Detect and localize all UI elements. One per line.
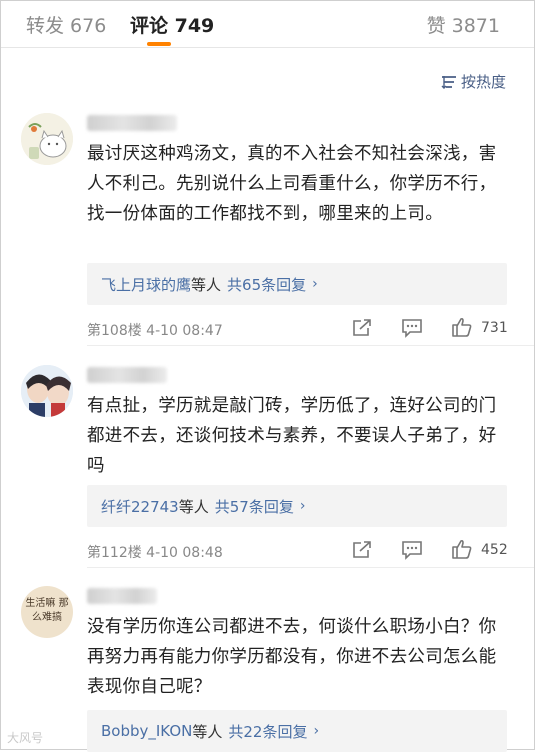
username-blurred[interactable] xyxy=(87,588,157,604)
reply-count[interactable]: 共57条回复 xyxy=(215,496,294,517)
reply-user-suffix: 等人 xyxy=(192,722,223,741)
comment-text: 最讨厌这种鸡汤文，真的不入社会不知社会深浅，害人不利己。先别说什么上司看重什么，… xyxy=(87,144,497,224)
portrait-avatar-icon xyxy=(21,365,73,417)
share-icon[interactable] xyxy=(351,318,373,338)
reply-count[interactable]: 共65条回复 xyxy=(227,274,306,295)
floor-and-time: 第108楼 4-10 08:47 xyxy=(87,323,223,339)
comment-icon[interactable] xyxy=(401,540,423,560)
comment-text: 有点扯，学历就是敲门砖，学历低了，连好公司的门都进不去，还谈何技术与素养，不要误… xyxy=(87,396,497,476)
avatar-calligraphy: 生活嘛 那么难搞 xyxy=(25,598,69,623)
thumbs-up-icon[interactable] xyxy=(451,316,473,338)
reply-user-link[interactable]: Bobby_IKON xyxy=(101,722,192,740)
like-count: 731 xyxy=(481,320,508,336)
tab-comments[interactable]: 评论 749 xyxy=(130,11,214,38)
share-icon[interactable] xyxy=(351,540,373,560)
avatar[interactable] xyxy=(21,365,73,417)
like-count: 452 xyxy=(481,542,508,558)
reply-user-suffix: 等人 xyxy=(178,497,209,516)
reply-user-link[interactable]: 纤纤22743 xyxy=(101,496,179,517)
replies-summary[interactable]: Bobby_IKON 等人 共22条回复 › xyxy=(87,710,507,752)
reply-user-link[interactable]: 飞上月球的鹰 xyxy=(101,274,191,295)
watermark: 大风号 xyxy=(7,729,43,746)
cat-avatar-icon xyxy=(21,113,73,165)
sort-by-hot-button[interactable]: 按热度 xyxy=(441,71,506,92)
reply-count[interactable]: 共22条回复 xyxy=(228,721,307,742)
chevron-right-icon: › xyxy=(299,498,306,514)
username-blurred[interactable] xyxy=(87,115,177,131)
sort-label: 按热度 xyxy=(460,73,506,91)
active-tab-indicator xyxy=(147,42,171,46)
tab-bar: 转发 676 评论 749 赞 3871 xyxy=(1,1,534,48)
replies-summary[interactable]: 纤纤22743 等人 共57条回复 › xyxy=(87,485,507,527)
avatar[interactable] xyxy=(21,113,73,165)
chevron-right-icon: › xyxy=(312,276,318,292)
avatar[interactable]: 生活嘛 那么难搞 xyxy=(21,586,73,638)
divider xyxy=(87,345,534,346)
username-blurred[interactable] xyxy=(87,367,167,383)
comment-text: 没有学历你连公司都进不去，何谈什么职场小白？你再努力再有能力你学历都没有，你进不… xyxy=(87,617,497,697)
sort-icon xyxy=(441,75,456,89)
watermark-text: 大风号 xyxy=(7,731,44,745)
divider xyxy=(87,567,534,568)
reply-user-suffix: 等人 xyxy=(191,275,222,294)
thumbs-up-icon[interactable] xyxy=(451,538,473,560)
tab-reposts[interactable]: 转发 676 xyxy=(26,11,106,38)
comment-icon[interactable] xyxy=(401,318,423,338)
tab-likes[interactable]: 赞 3871 xyxy=(427,11,500,38)
replies-summary[interactable]: 飞上月球的鹰 等人 共65条回复 › xyxy=(87,263,507,305)
floor-and-time: 第112楼 4-10 08:48 xyxy=(87,545,223,561)
chevron-right-icon: › xyxy=(313,723,320,739)
